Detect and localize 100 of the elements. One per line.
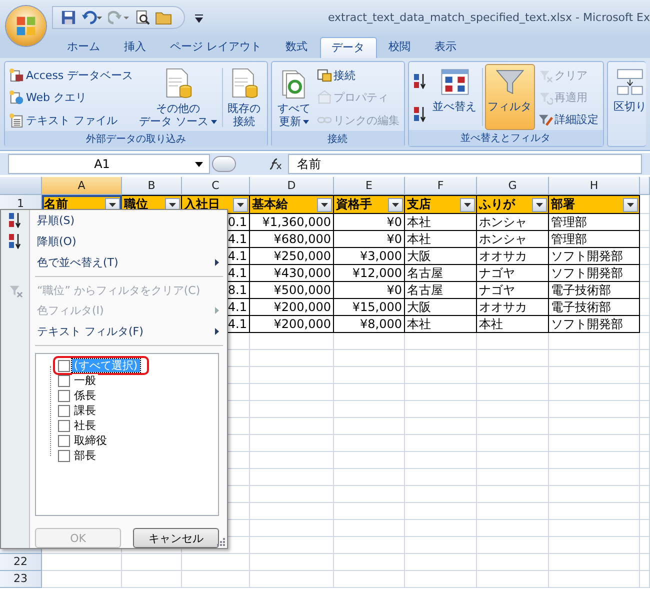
checkbox[interactable]: [58, 420, 70, 432]
empty-cell: [334, 418, 405, 435]
column-header[interactable]: C: [182, 177, 250, 195]
filter-dropdown-button[interactable]: [388, 198, 403, 212]
dialog-button[interactable]: キャンセル: [133, 528, 219, 548]
ribbon-tab[interactable]: ホーム: [55, 36, 112, 58]
checkbox[interactable]: [58, 360, 70, 372]
empty-cell: [405, 554, 477, 571]
filter-dropdown-button[interactable]: [233, 198, 248, 212]
print-preview-icon[interactable]: [135, 10, 150, 25]
checkbox[interactable]: [58, 374, 70, 387]
checkbox-label[interactable]: 社長: [72, 419, 98, 432]
ribbon-command[interactable]: [412, 72, 428, 88]
table-cell: ナゴヤ: [477, 282, 549, 299]
function-icon[interactable]: [268, 158, 282, 170]
ribbon-large-button[interactable]: フィルタ: [484, 64, 535, 130]
header-label: 基本給: [252, 196, 289, 213]
checkbox-label[interactable]: 課長: [72, 404, 98, 418]
table-cell: オオサカ: [477, 248, 549, 265]
sort-ascending-icon: [8, 212, 22, 228]
resize-grip-icon[interactable]: [217, 538, 225, 546]
office-button[interactable]: [6, 6, 46, 46]
column-header[interactable]: E: [334, 177, 405, 195]
filter-dropdown-button[interactable]: [317, 198, 332, 212]
table-cell: 本社: [405, 316, 477, 333]
filter-dropdown-button[interactable]: [460, 198, 475, 212]
ribbon-large-button[interactable]: 既存の 接続: [224, 64, 264, 132]
ribbon-large-button[interactable]: 並べ替え: [430, 64, 480, 130]
empty-cell: [640, 384, 650, 401]
empty-cell: [640, 248, 650, 265]
empty-cell: [405, 350, 477, 367]
table-cell: オオサカ: [477, 299, 549, 316]
checkbox-label[interactable]: 取締役: [72, 434, 109, 448]
sort-descending-icon: [8, 233, 22, 250]
header-label: 部署: [551, 196, 576, 213]
ribbon-command[interactable]: テキスト ファイル: [8, 112, 134, 128]
table-cell: ホンシャ: [477, 214, 549, 231]
empty-cell: [334, 350, 405, 367]
text-columns-icon: [615, 67, 646, 97]
window-title: extract_text_data_match_specified_text.xlsx - Microsoft Ex: [326, 11, 650, 24]
ribbon-large-button[interactable]: 区切り: [610, 64, 650, 146]
ribbon-tab[interactable]: ページ レイアウト: [158, 36, 274, 58]
checkbox-label[interactable]: 一般: [72, 374, 98, 388]
filter-dropdown-button[interactable]: [623, 198, 638, 212]
table-cell: 管理部: [549, 231, 640, 248]
ribbon-command[interactable]: Web クエリ: [8, 90, 134, 106]
table-cell: 名古屋: [405, 282, 477, 299]
ribbon-command[interactable]: 詳細設定: [536, 112, 600, 126]
row-header[interactable]: 23: [0, 571, 42, 588]
empty-cell: [405, 571, 477, 588]
redo-icon[interactable]: [108, 10, 130, 25]
caret-icon: [627, 202, 634, 206]
checkbox[interactable]: [58, 404, 70, 417]
caret-icon: [464, 202, 471, 206]
column-header[interactable]: A: [42, 177, 122, 195]
checkbox-label[interactable]: 係長: [72, 389, 98, 402]
splitter-handle[interactable]: [212, 156, 236, 172]
checkbox[interactable]: [58, 450, 70, 462]
checkbox-label[interactable]: 部長: [72, 449, 98, 462]
ribbon-tab[interactable]: 校閲: [376, 36, 422, 58]
caret-icon: [321, 202, 328, 206]
filter-dropdown-button[interactable]: [532, 198, 547, 212]
caret-icon: [536, 202, 543, 206]
ribbon-large-button[interactable]: すべて 更新: [274, 64, 314, 132]
filter-icon: [494, 67, 525, 97]
header-label: 名前: [44, 196, 69, 213]
empty-cell: [477, 520, 549, 537]
checkbox[interactable]: [58, 390, 70, 402]
empty-cell: [640, 452, 650, 469]
empty-cell: [334, 452, 405, 469]
ribbon-tab[interactable]: 表示: [422, 36, 468, 58]
ribbon-tab[interactable]: データ: [320, 37, 376, 58]
empty-cell: [182, 571, 250, 588]
ribbon-tab[interactable]: 挿入: [112, 36, 158, 58]
empty-cell: [640, 520, 650, 537]
ribbon-large-button[interactable]: その他の データ ソース: [136, 64, 220, 132]
empty-cell: [122, 554, 182, 571]
customize-toolbar-icon[interactable]: [195, 12, 203, 22]
empty-cell: [334, 554, 405, 571]
empty-cell: [640, 316, 650, 333]
empty-cell: [477, 367, 549, 384]
checkbox[interactable]: [58, 434, 70, 447]
ribbon-command[interactable]: 接続: [316, 68, 401, 83]
row-header[interactable]: 22: [0, 554, 42, 571]
empty-cell: [405, 537, 477, 554]
ribbon-command[interactable]: Access データベース: [8, 68, 134, 83]
save-icon[interactable]: [61, 10, 76, 25]
column-header[interactable]: B: [122, 177, 182, 195]
formula-field[interactable]: 名前: [288, 154, 642, 174]
name-box[interactable]: A1: [8, 154, 210, 174]
group-label: 並べ替えとフィルタ: [408, 130, 603, 146]
column-header[interactable]: H: [549, 177, 640, 195]
column-header[interactable]: F: [405, 177, 477, 195]
column-header[interactable]: G: [477, 177, 549, 195]
column-header[interactable]: D: [250, 177, 334, 195]
ribbon-command[interactable]: [412, 106, 428, 122]
empty-cell: [334, 384, 405, 401]
folder-icon[interactable]: [155, 10, 172, 25]
ribbon-tab[interactable]: 数式: [274, 36, 320, 58]
undo-icon[interactable]: [81, 10, 103, 25]
